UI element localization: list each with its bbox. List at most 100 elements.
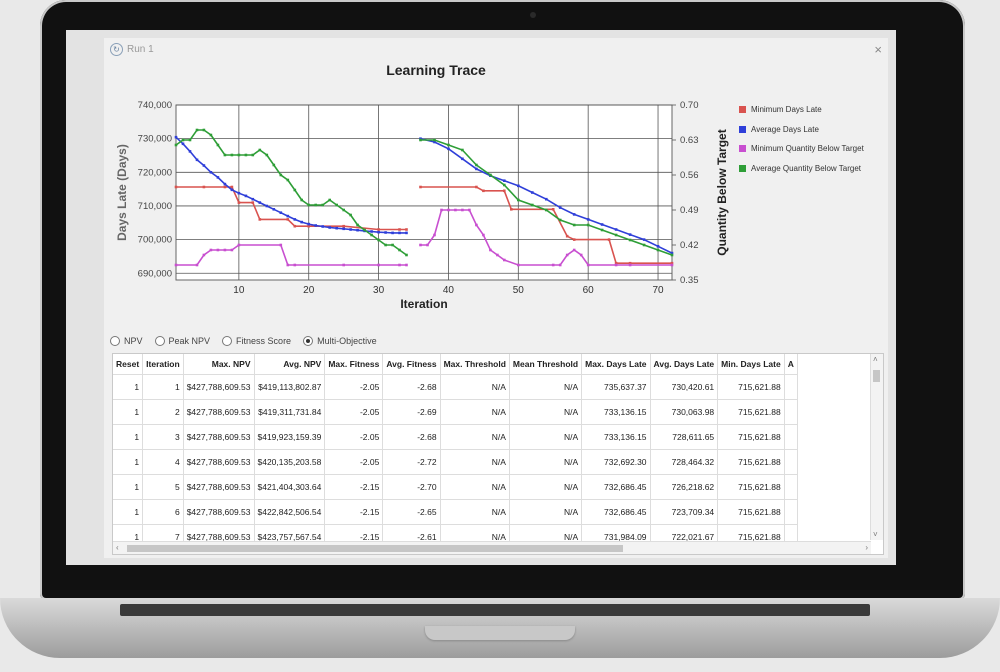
x-tick-label: 50 bbox=[513, 285, 525, 296]
table-row[interactable]: 1 6 $427,788,609.53 $422,842,506.54 -2.15 -2.… bbox=[113, 499, 798, 525]
scroll-right-icon[interactable]: › bbox=[865, 543, 868, 552]
window-title: Run 1 bbox=[127, 43, 154, 55]
table-row[interactable]: 1 4 $427,788,609.53 $420,135,203.58 -2.05 -2.… bbox=[113, 449, 798, 475]
series-point-average-days-late bbox=[265, 204, 269, 208]
y-tick-label: 740,000 bbox=[138, 100, 172, 111]
table-cell: N/A bbox=[440, 424, 510, 450]
series-point-minimum-quantity-below-target bbox=[237, 243, 241, 247]
series-point-minimum-days-late bbox=[607, 238, 611, 241]
column-header[interactable]: Iteration bbox=[142, 354, 184, 375]
series-point-minimum-quantity-below-target bbox=[293, 263, 297, 267]
series-point-minimum-quantity-below-target bbox=[419, 243, 422, 247]
series-point-minimum-quantity-below-target bbox=[517, 263, 520, 267]
series-point-average-days-late bbox=[335, 226, 338, 230]
series-point-average-days-late bbox=[447, 147, 450, 151]
series-point-average-days-late bbox=[216, 176, 220, 179]
table-cell: $427,788,609.53 bbox=[183, 499, 255, 525]
table-cell: -2.69 bbox=[382, 399, 441, 425]
table-row[interactable]: 1 2 $427,788,609.53 $419,311,731.84 -2.05 -2.… bbox=[113, 399, 798, 425]
vertical-scroll-thumb[interactable] bbox=[873, 370, 880, 382]
series-point-minimum-quantity-below-target bbox=[174, 263, 178, 267]
series-point-average-days-late bbox=[503, 179, 506, 182]
metric-selector: NPV Peak NPV Fitness Score Multi-Objective bbox=[110, 336, 389, 346]
column-header[interactable]: Max. Days Late bbox=[581, 354, 651, 375]
y-tick-label: 700,000 bbox=[138, 235, 172, 246]
table-cell: 715,621.88 bbox=[717, 399, 785, 425]
run-window: ↻ Run 1 × Learning Trace 10 20 30 40 50 60 70 7… bbox=[104, 38, 888, 558]
vertical-scrollbar[interactable]: ˄ ˅ bbox=[870, 354, 883, 540]
table-cell: -2.05 bbox=[324, 374, 384, 400]
legend-item-minimum-quantity-below-target: Minimum Quantity Below Target bbox=[739, 139, 864, 159]
x-tick-label: 70 bbox=[652, 285, 664, 296]
column-header[interactable]: Mean Threshold bbox=[509, 354, 583, 375]
column-header[interactable]: A bbox=[784, 354, 798, 375]
series-point-average-days-late bbox=[600, 223, 604, 226]
column-header[interactable]: Reset bbox=[113, 354, 144, 375]
column-header[interactable]: Avg. Days Late bbox=[650, 354, 719, 375]
table-cell: $419,923,159.39 bbox=[254, 424, 326, 450]
table-cell: N/A bbox=[509, 374, 583, 400]
table-cell: -2.72 bbox=[382, 449, 441, 475]
table-cell: 733,136.15 bbox=[581, 424, 651, 450]
radio-fitness-score[interactable]: Fitness Score bbox=[222, 336, 291, 346]
table-row[interactable]: 1 5 $427,788,609.53 $421,404,303.64 -2.15 -2.… bbox=[113, 474, 798, 500]
series-point-average-quantity-below-target bbox=[286, 178, 290, 182]
series-point-average-quantity-below-target bbox=[391, 243, 394, 247]
series-point-minimum-days-late bbox=[510, 208, 513, 211]
series-point-average-days-late bbox=[356, 228, 359, 232]
series-point-average-quantity-below-target bbox=[433, 138, 436, 142]
column-header[interactable]: Min. Days Late bbox=[717, 354, 785, 375]
table-cell: $427,788,609.53 bbox=[183, 449, 255, 475]
series-point-minimum-quantity-below-target bbox=[377, 263, 380, 267]
results-table[interactable]: Reset Iteration Max. NPV Avg. NPV Max. Fitne… bbox=[112, 353, 884, 555]
table-cell: $427,788,609.53 bbox=[183, 424, 255, 450]
series-point-minimum-quantity-below-target bbox=[551, 263, 555, 267]
scroll-up-icon[interactable]: ˄ bbox=[873, 355, 878, 364]
column-header[interactable]: Avg. NPV bbox=[254, 354, 326, 375]
column-header[interactable]: Avg. Fitness bbox=[382, 354, 441, 375]
series-point-minimum-days-late bbox=[482, 189, 485, 193]
x-tick-label: 10 bbox=[233, 285, 245, 296]
radio-peak-npv[interactable]: Peak NPV bbox=[154, 336, 210, 346]
y-tick-label: 690,000 bbox=[138, 268, 172, 279]
series-point-minimum-quantity-below-target bbox=[447, 208, 450, 212]
series-point-average-quantity-below-target bbox=[558, 218, 562, 222]
radio-multi-objective[interactable]: Multi-Objective bbox=[303, 336, 377, 346]
close-button[interactable]: × bbox=[874, 42, 882, 57]
series-point-average-quantity-below-target bbox=[517, 198, 520, 202]
radio-circle-icon[interactable] bbox=[154, 336, 165, 346]
series-point-average-days-late bbox=[174, 135, 178, 139]
keyboard-edge bbox=[120, 604, 870, 616]
radio-circle-icon[interactable] bbox=[303, 336, 314, 346]
series-point-average-quantity-below-target bbox=[328, 198, 331, 202]
column-header[interactable]: Max. Threshold bbox=[440, 354, 510, 375]
series-point-average-days-late bbox=[300, 220, 303, 224]
table-cell: -2.05 bbox=[324, 399, 384, 425]
series-point-average-quantity-below-target bbox=[377, 238, 380, 242]
series-point-average-quantity-below-target bbox=[503, 183, 506, 187]
scroll-left-icon[interactable]: ‹ bbox=[116, 543, 119, 552]
app-icon: ↻ bbox=[110, 42, 123, 56]
series-point-average-quantity-below-target bbox=[230, 153, 234, 157]
scroll-down-icon[interactable]: ˅ bbox=[873, 530, 878, 539]
y2-tick-label: 0.63 bbox=[680, 135, 699, 146]
series-point-minimum-quantity-below-target bbox=[670, 263, 674, 267]
table-cell: -2.05 bbox=[324, 449, 384, 475]
table-cell: N/A bbox=[440, 474, 510, 500]
radio-circle-icon[interactable] bbox=[110, 336, 120, 346]
horizontal-scrollbar[interactable]: ‹ › bbox=[113, 541, 871, 554]
horizontal-scroll-thumb[interactable] bbox=[127, 545, 623, 552]
series-point-minimum-quantity-below-target bbox=[558, 263, 562, 267]
radio-circle-icon[interactable] bbox=[222, 336, 233, 346]
column-header[interactable]: Max. Fitness bbox=[324, 354, 384, 375]
table-row[interactable]: 1 1 $427,788,609.53 $419,113,802.87 -2.05 -2.… bbox=[113, 374, 798, 400]
series-point-average-days-late bbox=[307, 222, 310, 226]
table-cell: 3 bbox=[142, 424, 184, 450]
series-point-minimum-days-late bbox=[475, 185, 478, 189]
series-point-minimum-days-late bbox=[223, 185, 227, 189]
radio-npv[interactable]: NPV bbox=[110, 336, 143, 346]
table-row[interactable]: 1 3 $427,788,609.53 $419,923,159.39 -2.05 -2.… bbox=[113, 424, 798, 450]
column-header[interactable]: Max. NPV bbox=[183, 354, 255, 375]
series-point-average-quantity-below-target bbox=[202, 128, 206, 132]
series-point-average-days-late bbox=[342, 227, 345, 231]
